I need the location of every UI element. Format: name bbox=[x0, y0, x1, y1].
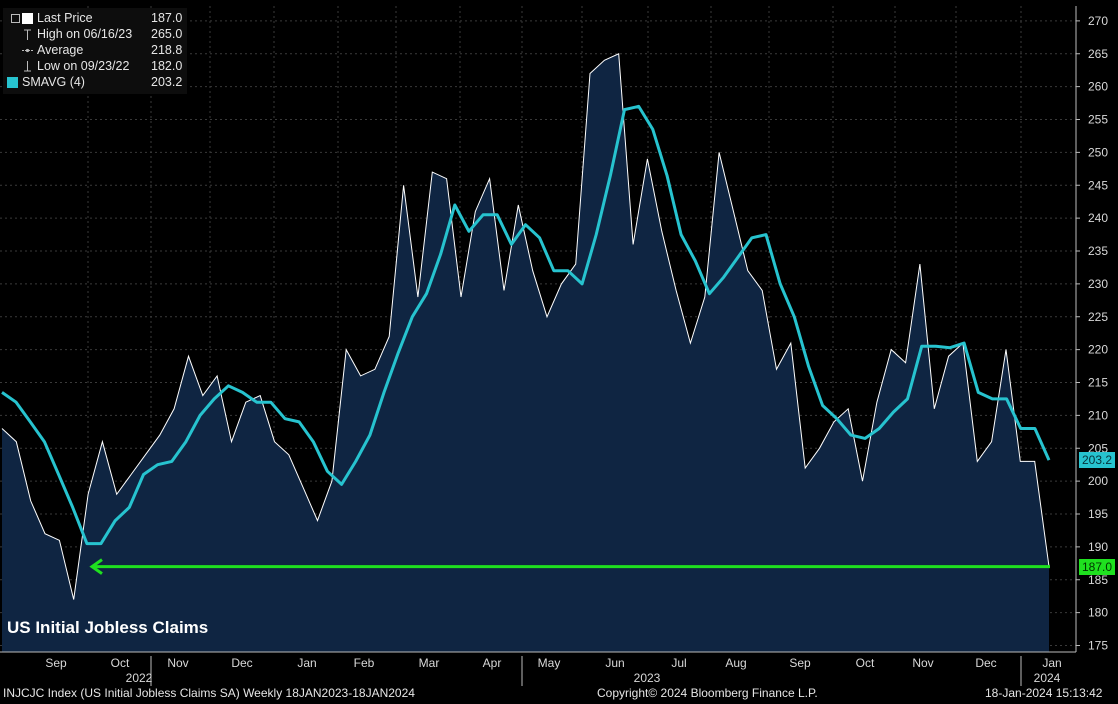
x-month-label: Oct bbox=[856, 656, 875, 670]
y-tick-label: 240 bbox=[1088, 211, 1108, 225]
y-tick-label: 225 bbox=[1088, 310, 1108, 324]
legend-high-label: High on 06/16/23 bbox=[37, 27, 133, 41]
y-tick-label: 175 bbox=[1088, 639, 1108, 653]
legend-box: Last Price 187.0 High on 06/16/23 265.0 … bbox=[3, 8, 187, 94]
chart-canvas: 1751801851901952002052102152202252302352… bbox=[0, 6, 1108, 686]
legend-last-price-value: 187.0 bbox=[151, 11, 183, 25]
legend-last-price-label: Last Price bbox=[37, 11, 93, 25]
smavg-value-tag: 203.2 bbox=[1079, 452, 1116, 469]
chart-page: 175 180 185 190 195 200 205 210 215 220 225 230 235 2… bbox=[0, 0, 1118, 704]
y-tick-label: 255 bbox=[1088, 113, 1108, 127]
x-month-label: Nov bbox=[167, 656, 188, 670]
legend-average-value: 218.8 bbox=[151, 43, 183, 57]
low-marker-icon bbox=[22, 61, 33, 72]
y-tick-label: 235 bbox=[1088, 244, 1108, 258]
x-month-label: Feb bbox=[354, 656, 375, 670]
x-month-label: Oct bbox=[111, 656, 130, 670]
legend-row-last-price: Last Price 187.0 bbox=[3, 11, 187, 27]
smavg-swatch-icon bbox=[7, 77, 18, 88]
y-tick-label: 215 bbox=[1088, 376, 1108, 390]
x-month-label: May bbox=[538, 656, 561, 670]
chart-title: US Initial Jobless Claims bbox=[7, 618, 209, 637]
x-month-label: Sep bbox=[789, 656, 811, 670]
y-tick-label: 245 bbox=[1088, 178, 1108, 192]
x-month-label: Mar bbox=[419, 656, 440, 670]
x-month-label: Jan bbox=[1042, 656, 1061, 670]
x-month-label: Jan bbox=[297, 656, 316, 670]
footer-security-description: INJCJC Index (US Initial Jobless Claims … bbox=[3, 686, 415, 700]
x-month-label: Nov bbox=[912, 656, 933, 670]
y-tick-label: 265 bbox=[1088, 47, 1108, 61]
y-tick-label: 210 bbox=[1088, 408, 1108, 422]
y-tick-label: 180 bbox=[1088, 606, 1108, 620]
x-month-label: Dec bbox=[231, 656, 252, 670]
legend-row-high: High on 06/16/23 265.0 bbox=[3, 27, 187, 43]
legend-row-smavg: SMAVG (4) 203.2 bbox=[3, 75, 187, 91]
y-tick-label: 220 bbox=[1088, 343, 1108, 357]
x-month-label: Aug bbox=[725, 656, 746, 670]
x-year-label: 2024 bbox=[1034, 671, 1061, 685]
x-month-label: Dec bbox=[975, 656, 996, 670]
legend-smavg-label: SMAVG (4) bbox=[22, 75, 85, 89]
x-year-label: 2022 bbox=[126, 671, 153, 685]
legend-row-low: Low on 09/23/22 182.0 bbox=[3, 59, 187, 75]
y-tick-label: 250 bbox=[1088, 145, 1108, 159]
y-tick-label: 270 bbox=[1088, 14, 1108, 28]
y-tick-label: 200 bbox=[1088, 474, 1108, 488]
price-area-layer bbox=[2, 53, 1049, 653]
y-tick-label: 230 bbox=[1088, 277, 1108, 291]
x-month-label: Sep bbox=[45, 656, 67, 670]
y-tick-label: 260 bbox=[1088, 80, 1108, 94]
legend-collapse-icon[interactable] bbox=[11, 14, 20, 23]
x-month-label: Jun bbox=[605, 656, 624, 670]
footer-copyright: Copyright© 2024 Bloomberg Finance L.P. bbox=[597, 686, 818, 700]
x-month-label: Jul bbox=[671, 656, 686, 670]
footer-timestamp: 18-Jan-2024 15:13:42 bbox=[985, 686, 1103, 700]
legend-smavg-value: 203.2 bbox=[151, 75, 183, 89]
y-tick-label: 195 bbox=[1088, 507, 1108, 521]
high-marker-icon bbox=[22, 29, 33, 40]
legend-low-value: 182.0 bbox=[151, 59, 183, 73]
legend-high-value: 265.0 bbox=[151, 27, 183, 41]
y-tick-label: 190 bbox=[1088, 540, 1108, 554]
last-price-value-tag: 187.0 bbox=[1079, 558, 1116, 575]
x-year-label: 2023 bbox=[634, 671, 661, 685]
last-price-area bbox=[2, 53, 1049, 653]
legend-row-average: Average 218.8 bbox=[3, 43, 187, 59]
average-marker-icon bbox=[22, 45, 33, 56]
legend-average-label: Average bbox=[37, 43, 84, 57]
x-month-label: Apr bbox=[483, 656, 502, 670]
last-price-swatch-icon bbox=[22, 13, 33, 24]
y-tick-label: 185 bbox=[1088, 573, 1108, 587]
legend-low-label: Low on 09/23/22 bbox=[37, 59, 130, 73]
